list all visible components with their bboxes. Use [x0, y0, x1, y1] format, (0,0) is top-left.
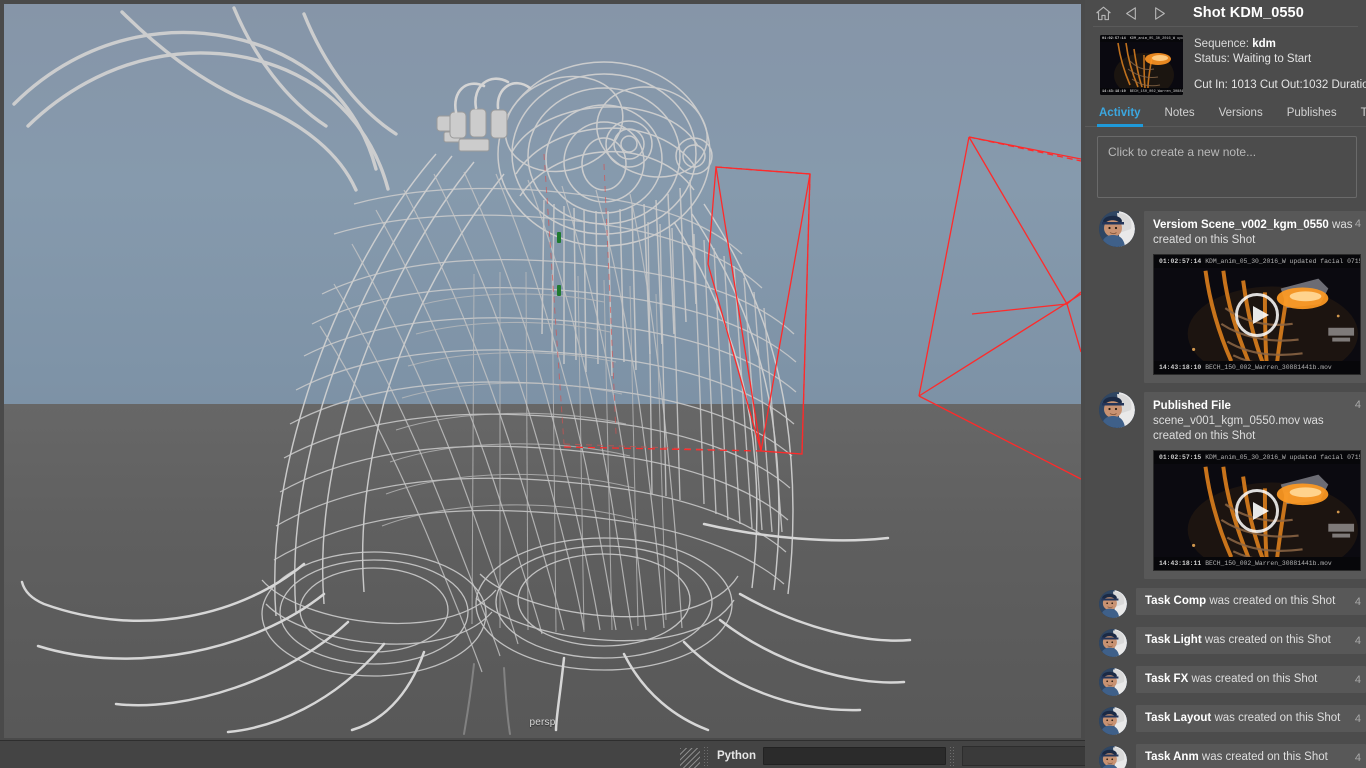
- avatar[interactable]: [1099, 668, 1127, 696]
- command-input-field[interactable]: [762, 747, 946, 765]
- tab-publishes[interactable]: Publishes: [1287, 107, 1351, 126]
- tab-activity[interactable]: Activity: [1097, 107, 1155, 127]
- avatar[interactable]: [1099, 746, 1127, 768]
- activity-bubble: Task Layout was created on this Shot 4: [1136, 705, 1366, 732]
- entity-metadata: Sequence: kdm Status: Waiting to Start C…: [1194, 35, 1366, 95]
- panel-resize-handle[interactable]: [680, 748, 700, 768]
- activity-timestamp: 4: [1354, 218, 1361, 230]
- status-row: Status: Waiting to Start: [1194, 53, 1312, 65]
- media-top-burnin: 01:02:57:14 KDM_anim_05_30_2016_W updated…: [1154, 255, 1360, 268]
- viewport-camera-label: persp: [529, 717, 556, 728]
- sequence-value: kdm: [1252, 38, 1276, 50]
- tab-tasks[interactable]: Tasks: [1361, 107, 1366, 126]
- command-output-drag-handle[interactable]: [948, 746, 956, 766]
- media-thumbnail-1[interactable]: 01:02:57:15 KDM_anim_05_30_2016_W updated…: [1153, 450, 1361, 571]
- avatar[interactable]: [1099, 211, 1135, 247]
- persp-viewport[interactable]: persp: [4, 4, 1081, 738]
- panel-header: Shot KDM_0550: [1085, 0, 1366, 26]
- activity-text: Task FX was created on this Shot: [1145, 673, 1318, 685]
- activity-bubble: Task Light was created on this Shot 4: [1136, 627, 1366, 654]
- activity-item[interactable]: Published File scene_v001_kgm_0550.mov w…: [1085, 392, 1366, 588]
- activity-timestamp: 4: [1354, 634, 1361, 647]
- activity-bubble: Task FX was created on this Shot 4: [1136, 666, 1366, 693]
- sequence-row: Sequence: kdm: [1194, 38, 1276, 50]
- activity-text: Published File scene_v001_kgm_0550.mov w…: [1153, 400, 1324, 442]
- activity-item[interactable]: Task Comp was created on this Shot 4: [1085, 588, 1366, 627]
- activity-item[interactable]: Versiom Scene_v002_kgm_0550 was created …: [1085, 211, 1366, 392]
- activity-feed: Versiom Scene_v002_kgm_0550 was created …: [1085, 198, 1366, 768]
- new-note-input[interactable]: Click to create a new note...: [1097, 136, 1357, 198]
- cut-info: Cut In: 1013 Cut Out:1032 Duration:: [1194, 79, 1366, 91]
- activity-item[interactable]: Task Layout was created on this Shot 4: [1085, 705, 1366, 744]
- activity-bubble: Versiom Scene_v002_kgm_0550 was created …: [1144, 211, 1366, 383]
- application-window: persp Python Shot KDM_0550 01:02:57:14 K…: [0, 0, 1366, 768]
- media-top-burnin: 01:02:57:15 KDM_anim_05_30_2016_W updated…: [1154, 451, 1360, 464]
- script-language-label[interactable]: Python: [713, 750, 763, 762]
- panel-tabs: Activity Notes Versions Publishes Tasks: [1085, 101, 1366, 127]
- meta-spacer: [1194, 67, 1366, 78]
- prev-arrow-icon[interactable]: [1123, 5, 1140, 22]
- page-title: Shot KDM_0550: [1193, 5, 1304, 21]
- play-icon[interactable]: [1235, 292, 1279, 337]
- next-arrow-icon[interactable]: [1151, 5, 1168, 22]
- media-bottom-burnin: 14:43:18:10 BECH_150_002_Warren_30881441b…: [1154, 361, 1360, 374]
- avatar[interactable]: [1099, 707, 1127, 735]
- activity-item[interactable]: Task Anm was created on this Shot 4: [1085, 744, 1366, 768]
- media-bottom-burnin: 14:43:18:11 BECH_150_002_Warren_30881441b…: [1154, 557, 1360, 570]
- tab-notes[interactable]: Notes: [1165, 107, 1209, 126]
- activity-item[interactable]: Task Light was created on this Shot 4: [1085, 627, 1366, 666]
- thumbnail-top-burnin: 01:02:57:14 KDM_anim_05_30_2016_W update…: [1100, 35, 1183, 42]
- thumbnail-bottom-burnin: 14:43:18:10 BECH_150_002_Warren_30881441…: [1100, 88, 1183, 95]
- activity-bubble: Published File scene_v001_kgm_0550.mov w…: [1144, 392, 1366, 579]
- activity-text: Task Anm was created on this Shot: [1145, 751, 1328, 763]
- activity-timestamp: 4: [1354, 751, 1361, 764]
- command-bar-drag-handle[interactable]: [703, 746, 710, 766]
- activity-item[interactable]: Task FX was created on this Shot 4: [1085, 666, 1366, 705]
- activity-timestamp: 4: [1354, 595, 1361, 608]
- activity-timestamp: 4: [1354, 673, 1361, 686]
- media-thumbnail-0[interactable]: 01:02:57:14 KDM_anim_05_30_2016_W updated…: [1153, 254, 1361, 375]
- activity-text: Task Layout was created on this Shot: [1145, 712, 1341, 724]
- activity-bubble: Task Comp was created on this Shot 4: [1136, 588, 1366, 615]
- maya-viewport-panel: persp: [0, 0, 1085, 740]
- avatar[interactable]: [1099, 629, 1127, 657]
- avatar[interactable]: [1099, 590, 1127, 618]
- home-icon[interactable]: [1095, 5, 1112, 22]
- activity-text: Versiom Scene_v002_kgm_0550 was created …: [1153, 219, 1353, 246]
- activity-timestamp: 4: [1354, 712, 1361, 725]
- activity-timestamp: 4: [1354, 399, 1361, 411]
- entity-thumbnail[interactable]: 01:02:57:14 KDM_anim_05_30_2016_W update…: [1100, 35, 1183, 95]
- activity-text: Task Comp was created on this Shot: [1145, 595, 1336, 607]
- avatar[interactable]: [1099, 392, 1135, 428]
- entity-summary: 01:02:57:14 KDM_anim_05_30_2016_W update…: [1085, 27, 1366, 101]
- activity-bubble: Task Anm was created on this Shot 4: [1136, 744, 1366, 768]
- wireframe-character-model: [12, 6, 1081, 735]
- status-badge: Waiting to Start: [1233, 53, 1312, 65]
- shotgun-activity-panel: Shot KDM_0550 01:02:57:14 KDM_anim_05_30…: [1085, 0, 1366, 768]
- activity-text: Task Light was created on this Shot: [1145, 634, 1331, 646]
- play-icon[interactable]: [1235, 488, 1279, 533]
- tab-versions[interactable]: Versions: [1219, 107, 1277, 126]
